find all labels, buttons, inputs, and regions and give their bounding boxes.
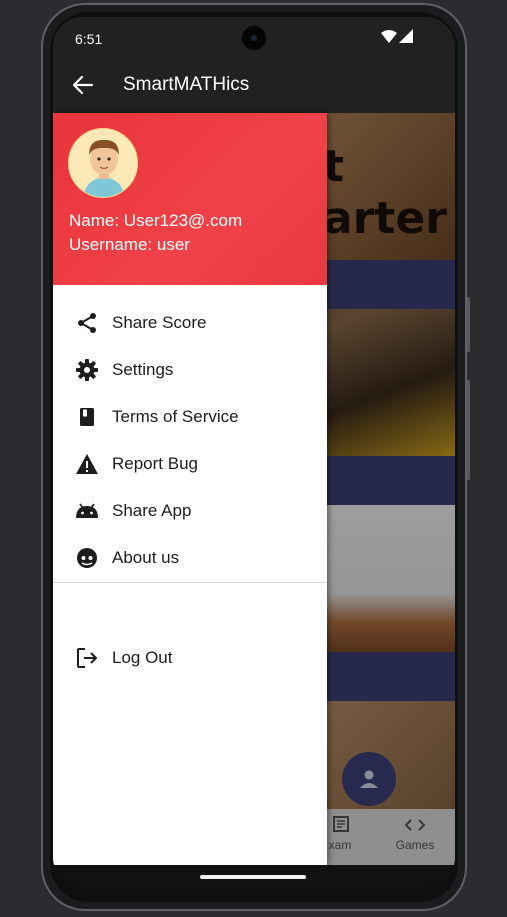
warning-icon [75,452,99,476]
menu-divider [53,582,327,583]
android-icon [75,499,99,523]
menu-item-label: About us [112,547,180,567]
menu-item-label: Share App [112,500,192,520]
avatar[interactable] [68,128,138,198]
status-bar: 6:51 [53,17,455,57]
face-icon [75,546,99,570]
device-screen: 6:51 SmartMATHics t arter xam Games Name… [53,17,455,887]
status-time: 6:51 [75,31,103,47]
log-out-label: Log Out [112,647,173,667]
menu-item-settings[interactable]: Settings [53,346,327,393]
share-icon [75,311,99,335]
menu-item-share-score[interactable]: Share Score [53,299,327,346]
user-avatar-illustration [69,129,137,197]
menu-item-label: Report Bug [112,453,198,473]
logout-icon [75,646,99,670]
app-title: SmartMATHics [123,74,250,95]
menu-item-share-app[interactable]: Share App [53,487,327,534]
menu-item-label: Settings [112,359,174,379]
gear-icon [75,358,99,382]
app-bar: SmartMATHics [53,57,455,113]
drawer-header: Name: User123@.com Username: user [53,113,327,285]
menu-item-label: Terms of Service [112,406,239,426]
home-gesture-handle[interactable] [200,875,306,879]
menu-item-about-us[interactable]: About us [53,534,327,581]
arrow-left-icon [73,76,93,94]
user-name: Name: User123@.com [69,211,243,230]
user-username: Username: user [69,235,190,254]
drawer-menu: Share Score Settings Terms of Service Re… [53,299,327,581]
back-button[interactable] [63,65,103,105]
menu-item-terms-of-service[interactable]: Terms of Service [53,393,327,440]
front-camera [242,26,266,50]
book-icon [75,405,99,429]
menu-item-report-bug[interactable]: Report Bug [53,440,327,487]
menu-item-label: Share Score [112,312,207,332]
gesture-bar [53,865,455,887]
log-out-button[interactable]: Log Out [53,634,327,681]
navigation-drawer: Name: User123@.com Username: user Share … [53,113,327,865]
signal-icon [399,29,413,43]
